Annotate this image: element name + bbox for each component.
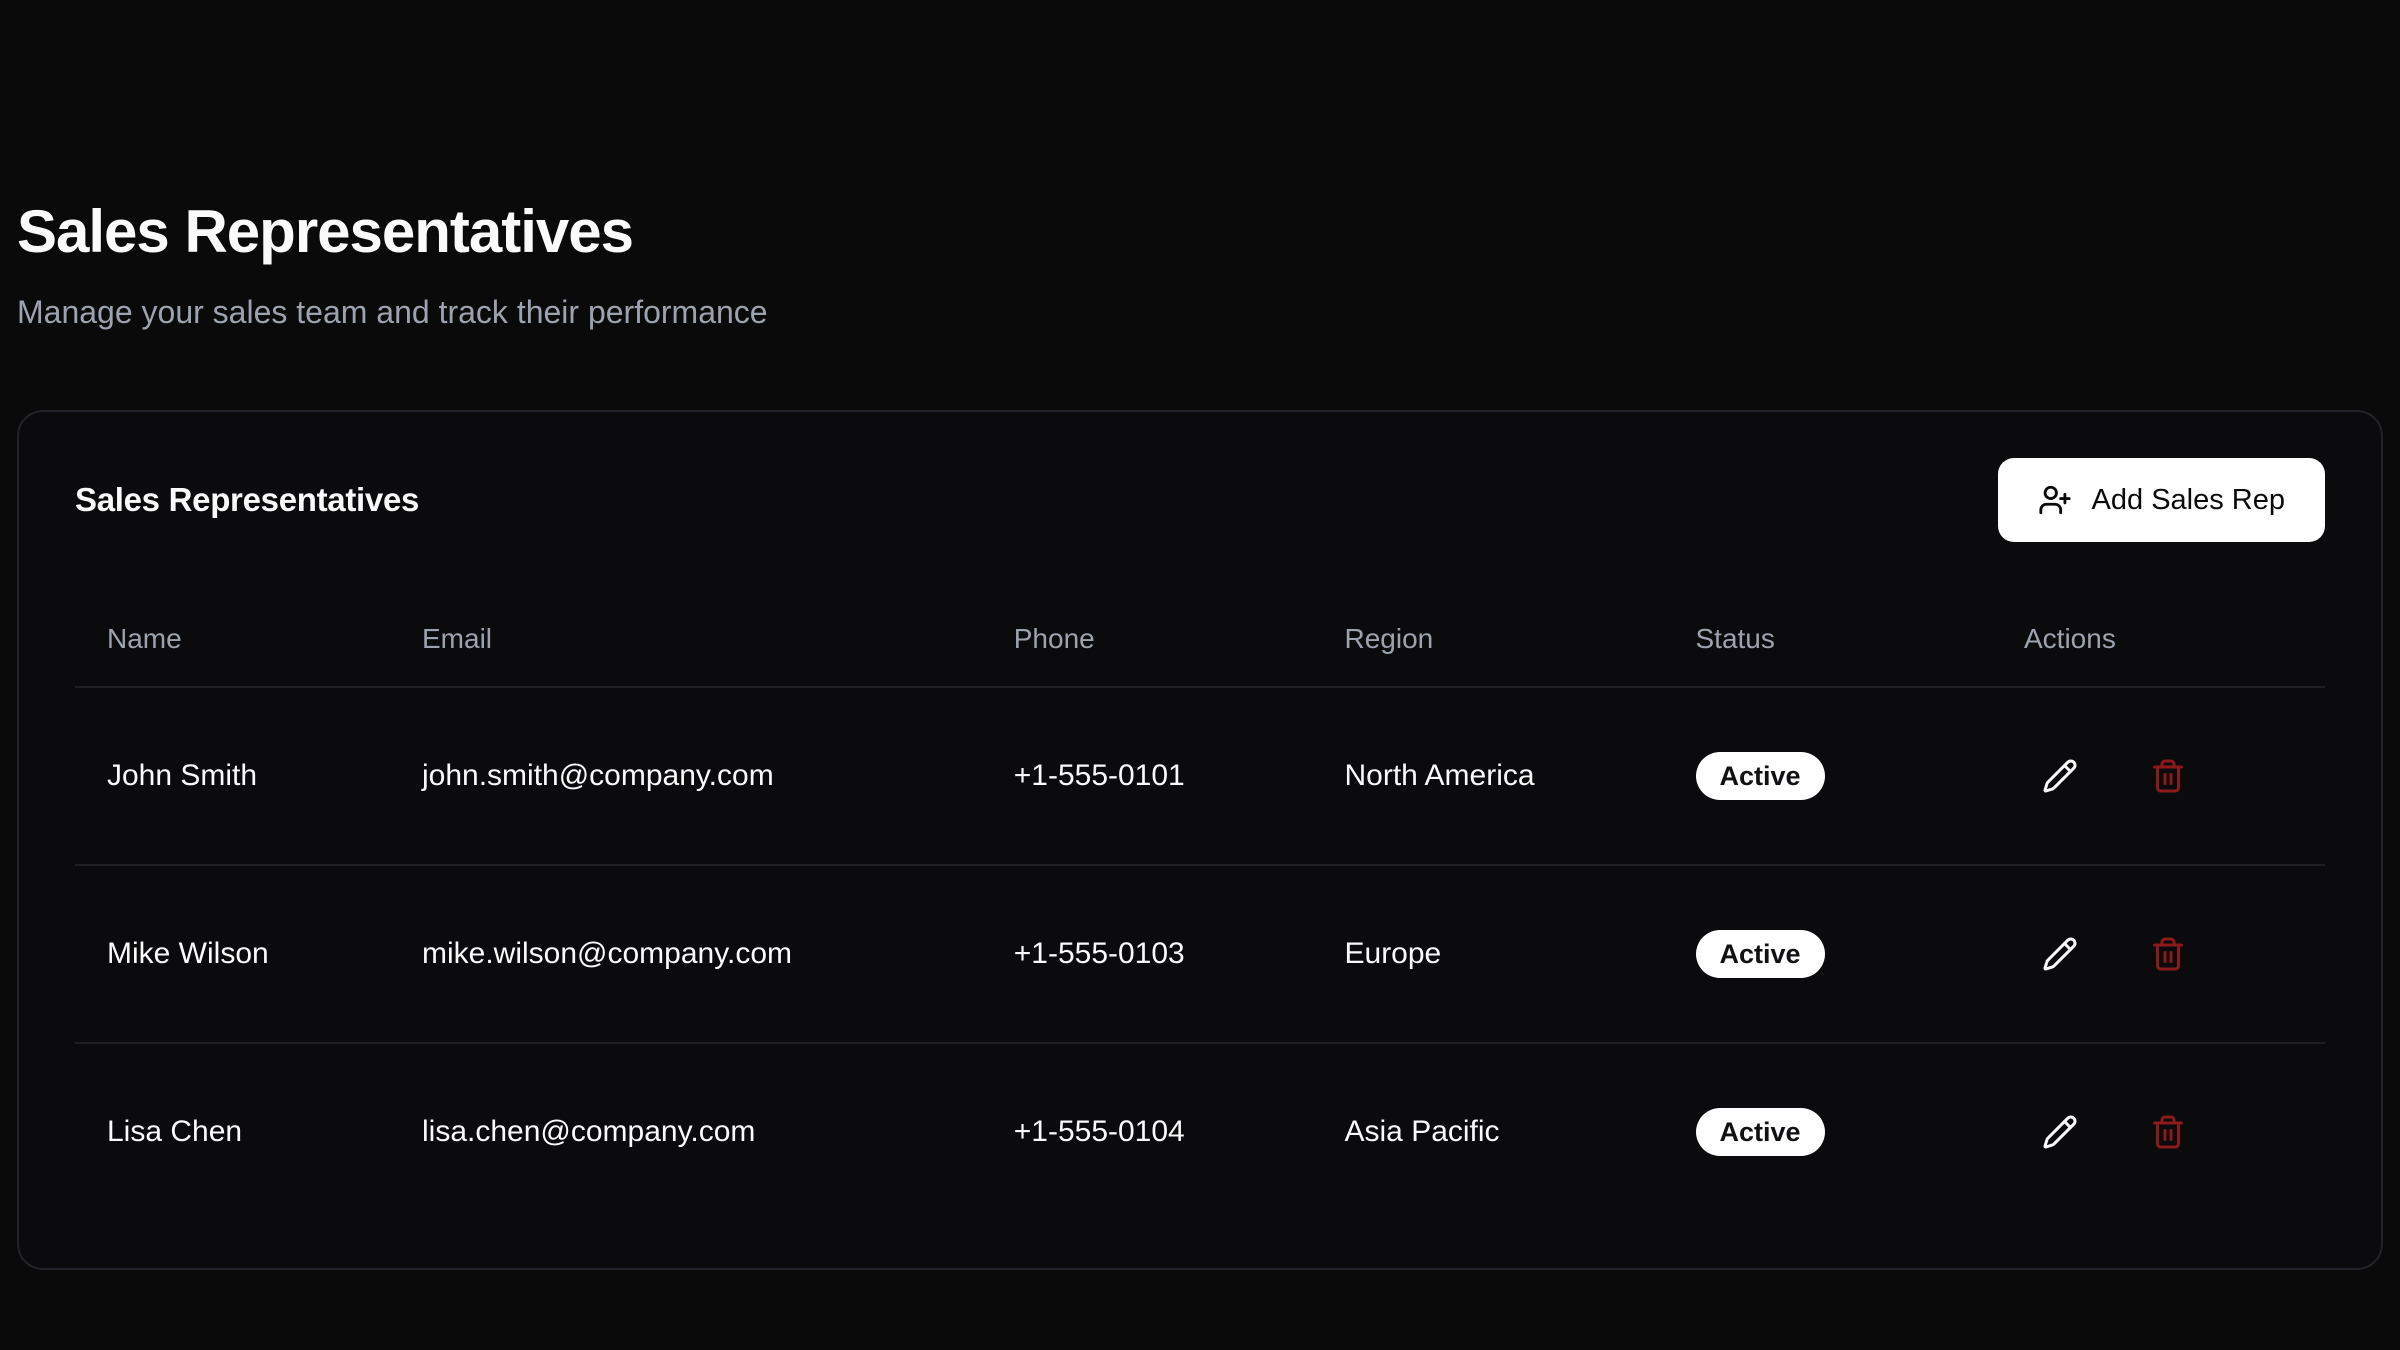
trash-icon [2150,1114,2186,1150]
cell-phone: +1-555-0103 [982,865,1313,1043]
card-title: Sales Representatives [75,481,419,519]
add-sales-rep-button[interactable]: Add Sales Rep [1998,458,2325,542]
table-row: Mike Wilson mike.wilson@company.com +1-5… [75,865,2325,1043]
cell-actions [1992,687,2325,865]
page-container: Sales Representatives Manage your sales … [0,196,2400,1270]
delete-button[interactable] [2132,740,2204,812]
cell-email: john.smith@company.com [390,687,982,865]
cell-phone: +1-555-0104 [982,1043,1313,1220]
column-header-email: Email [390,590,982,687]
status-badge: Active [1696,1108,1825,1156]
edit-button[interactable] [2024,918,2096,990]
table-header-row: Name Email Phone Region Status Actions [75,590,2325,687]
column-header-region: Region [1313,590,1664,687]
edit-button[interactable] [2024,1096,2096,1168]
pencil-icon [2042,936,2078,972]
trash-icon [2150,936,2186,972]
cell-actions [1992,865,2325,1043]
table-body: John Smith john.smith@company.com +1-555… [75,687,2325,1220]
column-header-name: Name [75,590,390,687]
column-header-phone: Phone [982,590,1313,687]
status-badge: Active [1696,930,1825,978]
user-plus-icon [2038,483,2072,517]
delete-button[interactable] [2132,1096,2204,1168]
pencil-icon [2042,1114,2078,1150]
table-row: John Smith john.smith@company.com +1-555… [75,687,2325,865]
status-badge: Active [1696,752,1825,800]
sales-reps-card: Sales Representatives Add Sales Rep [17,410,2383,1270]
card-header: Sales Representatives Add Sales Rep [75,458,2325,542]
trash-icon [2150,758,2186,794]
cell-name: Mike Wilson [75,865,390,1043]
cell-region: Europe [1313,865,1664,1043]
cell-email: lisa.chen@company.com [390,1043,982,1220]
table-row: Lisa Chen lisa.chen@company.com +1-555-0… [75,1043,2325,1220]
cell-region: Asia Pacific [1313,1043,1664,1220]
cell-status: Active [1664,1043,1993,1220]
cell-status: Active [1664,865,1993,1043]
cell-status: Active [1664,687,1993,865]
cell-name: John Smith [75,687,390,865]
page-subtitle: Manage your sales team and track their p… [17,292,2383,332]
add-sales-rep-button-label: Add Sales Rep [2092,484,2285,517]
delete-button[interactable] [2132,918,2204,990]
cell-region: North America [1313,687,1664,865]
cell-email: mike.wilson@company.com [390,865,982,1043]
cell-name: Lisa Chen [75,1043,390,1220]
sales-reps-table: Name Email Phone Region Status Actions J… [75,590,2325,1220]
edit-button[interactable] [2024,740,2096,812]
page-title: Sales Representatives [17,196,2383,268]
column-header-actions: Actions [1992,590,2325,687]
column-header-status: Status [1664,590,1993,687]
pencil-icon [2042,758,2078,794]
cell-actions [1992,1043,2325,1220]
cell-phone: +1-555-0101 [982,687,1313,865]
